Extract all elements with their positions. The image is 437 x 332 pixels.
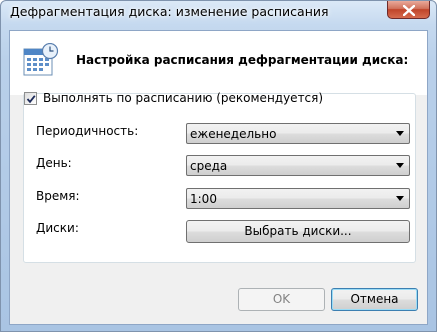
frequency-value: еженедельно [190, 127, 277, 141]
dialog-window: Дефрагментация диска: изменение расписан… [0, 0, 437, 332]
day-select[interactable]: среда [186, 155, 410, 176]
close-button[interactable] [387, 1, 430, 19]
day-value: среда [190, 159, 228, 173]
disks-label: Диски: [36, 221, 79, 235]
calendar-clock-icon [23, 43, 59, 76]
chevron-down-icon [396, 131, 404, 136]
schedule-checkbox-label: Выполнять по расписанию (рекомендуется) [43, 91, 324, 105]
schedule-checkbox[interactable] [24, 92, 37, 105]
header-title: Настройка расписания дефрагментации диск… [76, 53, 409, 67]
close-icon [403, 5, 415, 16]
time-select[interactable]: 1:00 [186, 188, 410, 209]
chevron-down-icon [396, 196, 404, 201]
cancel-button[interactable]: Отмена [331, 288, 418, 311]
select-disks-button[interactable]: Выбрать диски... [186, 220, 410, 243]
day-label: День: [36, 156, 72, 170]
ok-button[interactable]: OK [238, 288, 325, 311]
schedule-checkbox-row[interactable]: Выполнять по расписанию (рекомендуется) [24, 90, 323, 108]
header-area: Настройка расписания дефрагментации диск… [10, 31, 427, 95]
frequency-label: Периодичность: [36, 124, 139, 138]
checkmark-icon [26, 95, 36, 104]
time-value: 1:00 [190, 192, 217, 206]
chevron-down-icon [396, 163, 404, 168]
frequency-select[interactable]: еженедельно [186, 123, 410, 144]
window-title: Дефрагментация диска: изменение расписан… [10, 4, 329, 19]
dialog-client-area: Настройка расписания дефрагментации диск… [9, 30, 428, 325]
title-bar[interactable]: Дефрагментация диска: изменение расписан… [1, 1, 436, 25]
time-label: Время: [36, 189, 80, 203]
